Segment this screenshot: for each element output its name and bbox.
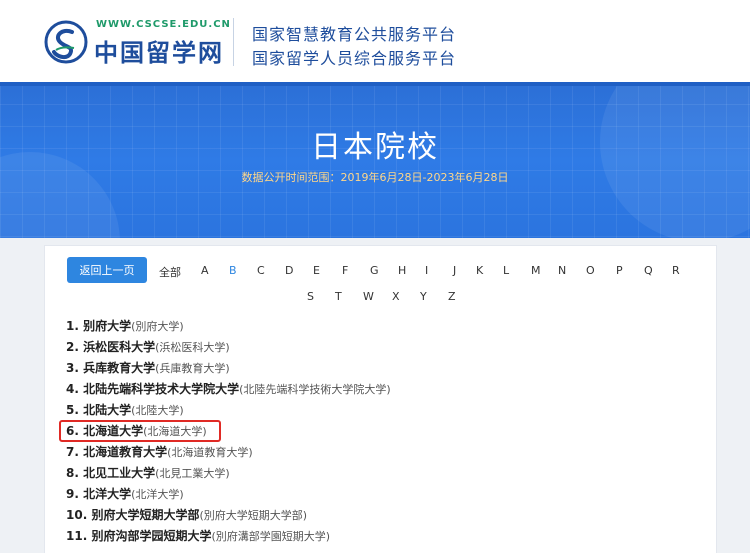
school-list-item[interactable]: 1. 别府大学(別府大学) <box>66 317 184 334</box>
school-name-link[interactable]: 兵库教育大学 <box>83 361 155 375</box>
school-list-item[interactable]: 8. 北见工业大学(北見工業大学) <box>66 464 230 481</box>
school-original-name: (別府大学短期大学部) <box>199 509 308 522</box>
letter-filter-g[interactable]: G <box>370 264 379 277</box>
letter-filter-i[interactable]: I <box>425 264 428 277</box>
platform-title-1: 国家智慧教育公共服务平台 <box>252 25 457 44</box>
logo-name-text[interactable]: 中国留学网 <box>94 33 224 68</box>
letter-filter-f[interactable]: F <box>342 264 348 277</box>
site-header: WWW.CSCSE.EDU.CN 中国留学网 国家智慧教育公共服务平台 国家留学… <box>0 0 750 82</box>
letter-filter-z[interactable]: Z <box>448 290 456 303</box>
school-number: 11. <box>66 529 92 543</box>
letter-filter-w[interactable]: W <box>363 290 374 303</box>
school-original-name: (北陸大学) <box>131 404 184 417</box>
letter-filter-d[interactable]: D <box>285 264 293 277</box>
school-number: 9. <box>66 487 84 501</box>
school-number: 3. <box>66 361 84 375</box>
school-name-link[interactable]: 北陆先端科学技术大学院大学 <box>83 382 239 396</box>
logo-url-text: WWW.CSCSE.EDU.CN <box>96 19 231 30</box>
school-name-link[interactable]: 别府沟部学园短期大学 <box>91 529 211 543</box>
school-name-link[interactable]: 北见工业大学 <box>83 466 155 480</box>
school-list-item[interactable]: 11. 别府沟部学园短期大学(別府溝部学園短期大学) <box>66 527 330 544</box>
school-original-name: (別府溝部学園短期大学) <box>211 530 331 543</box>
school-number: 2. <box>66 340 84 354</box>
school-original-name: (浜松医科大学) <box>155 341 230 354</box>
school-number: 1. <box>66 319 84 333</box>
letter-filter-k[interactable]: K <box>476 264 483 277</box>
school-list-item[interactable]: 2. 浜松医科大学(浜松医科大学) <box>66 338 230 355</box>
school-number: 5. <box>66 403 84 417</box>
school-number: 4. <box>66 382 84 396</box>
letter-filter-q[interactable]: Q <box>644 264 653 277</box>
letter-filter-s[interactable]: S <box>307 290 314 303</box>
school-list-item[interactable]: 10. 别府大学短期大学部(別府大学短期大学部) <box>66 506 307 523</box>
data-range-subtitle: 数据公开时间范围：2019年6月28日-2023年6月28日 <box>241 171 509 184</box>
school-name-link[interactable]: 浜松医科大学 <box>83 340 155 354</box>
letter-filter-l[interactable]: L <box>503 264 509 277</box>
letter-filter-j[interactable]: J <box>453 264 456 277</box>
school-name-link[interactable]: 别府大学 <box>83 319 131 333</box>
school-original-name: (北陸先端科学技術大学院大学) <box>239 383 391 396</box>
letter-filter-p[interactable]: P <box>616 264 623 277</box>
letter-filter-x[interactable]: X <box>392 290 400 303</box>
school-name-link[interactable]: 别府大学短期大学部 <box>91 508 199 522</box>
school-number: 7. <box>66 445 84 459</box>
school-list-item[interactable]: 4. 北陆先端科学技术大学院大学(北陸先端科学技術大学院大学) <box>66 380 391 397</box>
school-number: 8. <box>66 466 84 480</box>
header-divider <box>233 18 234 66</box>
letter-filter-r[interactable]: R <box>672 264 680 277</box>
school-list-item[interactable]: 5. 北陆大学(北陸大学) <box>66 401 184 418</box>
school-original-name: (北海道教育大学) <box>167 446 253 459</box>
letter-filter-a[interactable]: A <box>201 264 209 277</box>
school-list-item[interactable]: 9. 北洋大学(北洋大学) <box>66 485 184 502</box>
letter-filter-h[interactable]: H <box>398 264 406 277</box>
filter-all[interactable]: 全部 <box>159 264 181 280</box>
letter-filter-t[interactable]: T <box>335 290 342 303</box>
letter-filter-c[interactable]: C <box>257 264 265 277</box>
school-list-item[interactable]: 3. 兵库教育大学(兵庫教育大学) <box>66 359 230 376</box>
hero-banner: 日本院校 数据公开时间范围：2019年6月28日-2023年6月28日 <box>0 82 750 238</box>
school-original-name: (別府大学) <box>131 320 184 333</box>
letter-filter-e[interactable]: E <box>313 264 320 277</box>
school-list-item[interactable]: 7. 北海道教育大学(北海道教育大学) <box>66 443 253 460</box>
school-number: 10. <box>66 508 92 522</box>
cscse-logo-icon[interactable] <box>44 20 88 64</box>
school-original-name: (北見工業大学) <box>155 467 230 480</box>
school-name-link[interactable]: 北洋大学 <box>83 487 131 501</box>
back-button[interactable]: 返回上一页 <box>67 257 147 283</box>
platform-title-2: 国家留学人员综合服务平台 <box>252 49 457 68</box>
school-original-name: (北洋大学) <box>131 488 184 501</box>
letter-filter-y[interactable]: Y <box>420 290 427 303</box>
letter-filter-b[interactable]: B <box>229 264 237 277</box>
page-title: 日本院校 <box>311 130 439 165</box>
school-name-link[interactable]: 北海道教育大学 <box>83 445 167 459</box>
letter-filter-o[interactable]: O <box>586 264 595 277</box>
school-name-link[interactable]: 北陆大学 <box>83 403 131 417</box>
highlight-annotation-box <box>59 420 221 442</box>
banner-top-line <box>0 82 750 86</box>
letter-filter-m[interactable]: M <box>531 264 541 277</box>
school-original-name: (兵庫教育大学) <box>155 362 230 375</box>
letter-filter-n[interactable]: N <box>558 264 566 277</box>
